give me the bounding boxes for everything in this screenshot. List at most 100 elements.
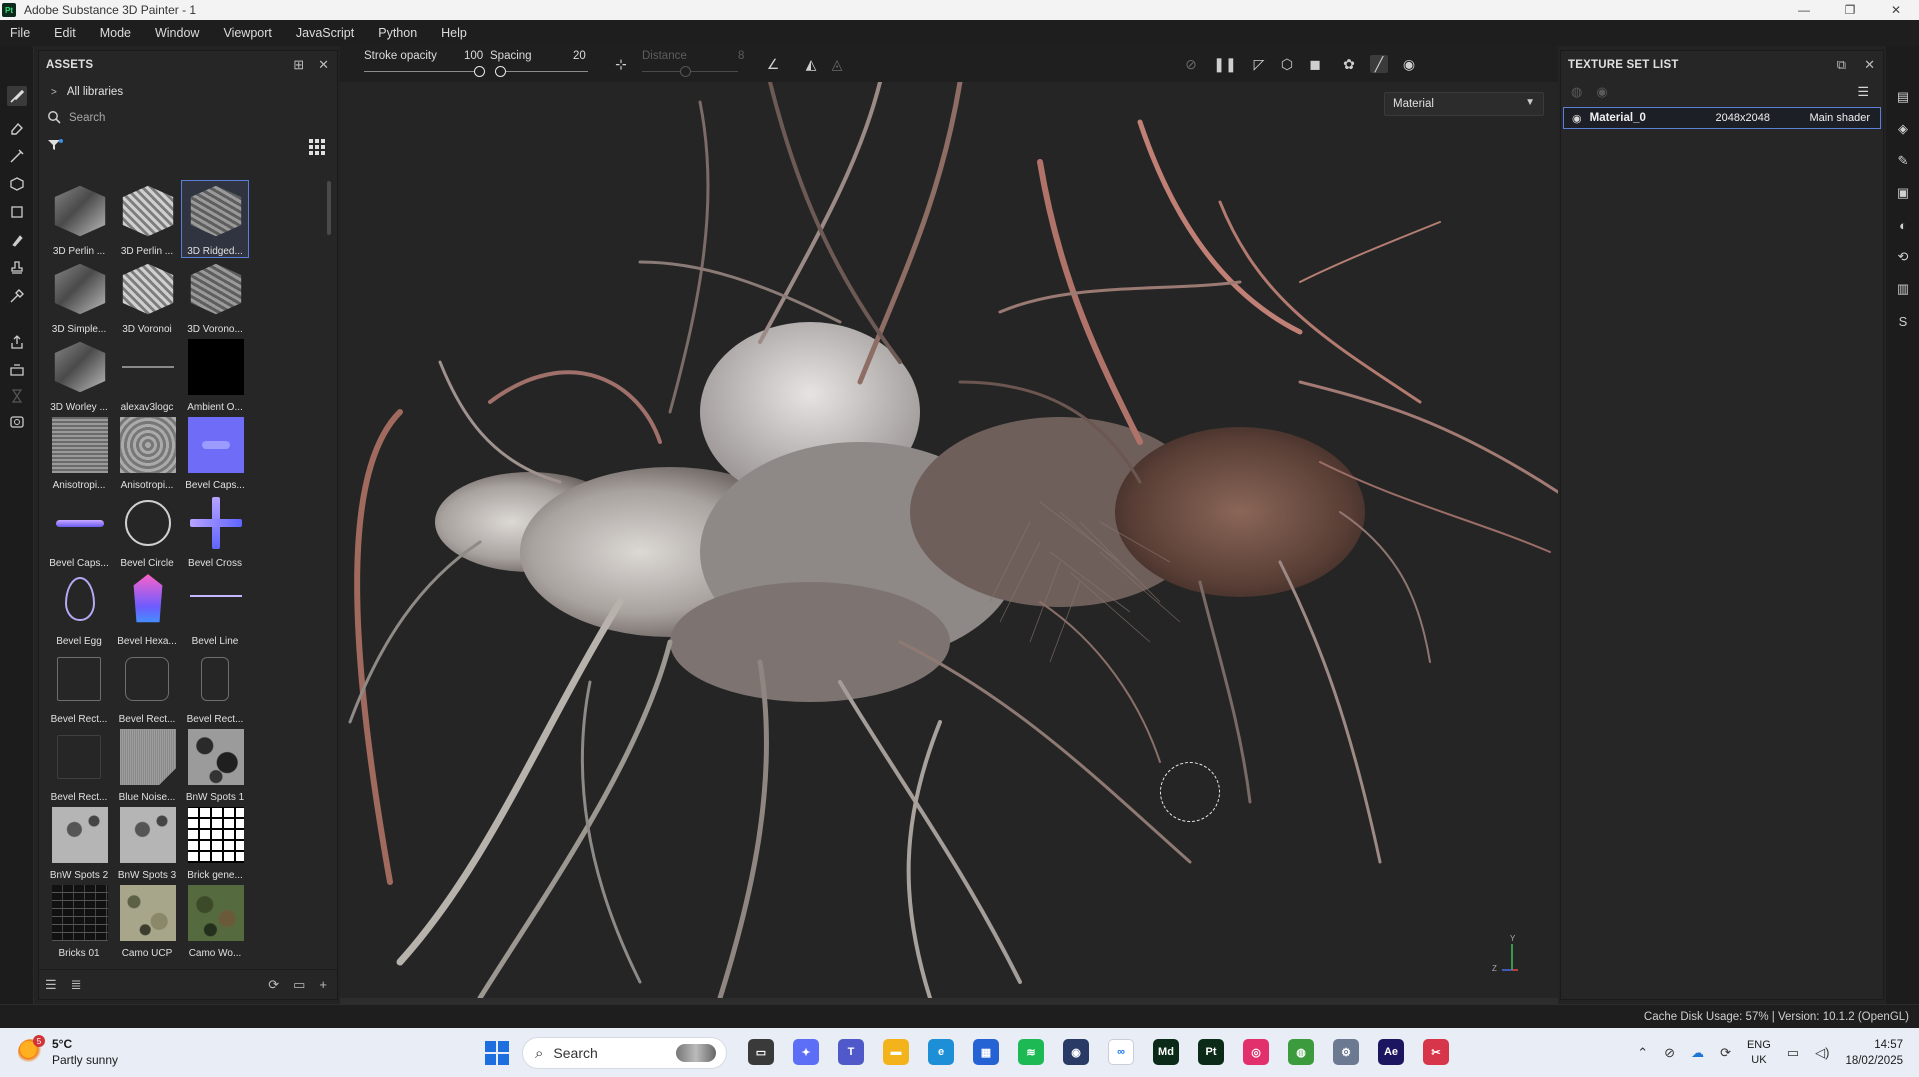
- settings-list-icon[interactable]: ☰: [1857, 84, 1869, 100]
- angle-icon[interactable]: ∠: [764, 55, 782, 73]
- stroke-opacity-knob[interactable]: [474, 66, 485, 77]
- pause-icon[interactable]: ❚❚: [1213, 55, 1236, 73]
- settings-icon[interactable]: ⚙: [1333, 1039, 1359, 1065]
- asset-item[interactable]: BnW Spots 3: [114, 805, 180, 881]
- close-panel-icon[interactable]: ✕: [318, 57, 329, 73]
- clone-stamp-tool-icon[interactable]: [7, 258, 27, 278]
- asset-item[interactable]: Bevel Circle: [114, 493, 180, 569]
- store-icon[interactable]: ▦: [973, 1039, 999, 1065]
- security-icon[interactable]: ⊘: [1664, 1045, 1675, 1061]
- refresh-icon[interactable]: ⟳: [268, 977, 279, 993]
- texture-set-list-icon[interactable]: ▤: [1894, 88, 1912, 106]
- windows-start-icon[interactable]: [485, 1041, 509, 1065]
- meta-icon[interactable]: ∞: [1108, 1039, 1134, 1065]
- texture-set-shader[interactable]: Main shader: [1809, 112, 1870, 124]
- symmetry-icon[interactable]: ◭: [802, 55, 820, 73]
- menu-help[interactable]: Help: [441, 26, 467, 40]
- sync-icon[interactable]: ⟳: [1720, 1045, 1731, 1061]
- assets-search-input[interactable]: [69, 112, 289, 124]
- export-icon[interactable]: [7, 332, 27, 352]
- assets-scrollbar[interactable]: [327, 181, 331, 235]
- asset-item[interactable]: 3D Perlin ...: [46, 181, 112, 257]
- edge-icon[interactable]: e: [928, 1039, 954, 1065]
- log-icon[interactable]: ▥: [1894, 280, 1912, 298]
- asset-item[interactable]: Anisotropi...: [114, 415, 180, 491]
- copilot-icon[interactable]: ✦: [793, 1039, 819, 1065]
- projection-tool-icon[interactable]: [7, 146, 27, 166]
- clock[interactable]: 14:57 18/02/2025: [1845, 1037, 1903, 1069]
- polygon-fill-tool-icon[interactable]: [7, 202, 27, 222]
- asset-item[interactable]: Bevel Caps...: [182, 415, 248, 491]
- stroke-opacity-slider[interactable]: Stroke opacity 100: [364, 46, 485, 82]
- asset-item[interactable]: 3D Voronoi: [114, 259, 180, 335]
- asset-item[interactable]: Bevel Cross: [182, 493, 248, 569]
- chevron-up-icon[interactable]: ⌃: [1637, 1045, 1648, 1061]
- asset-item[interactable]: Bevel Rect...: [46, 727, 112, 803]
- asset-item[interactable]: Anisotropi...: [46, 415, 112, 491]
- display-settings-icon[interactable]: ▣: [1894, 184, 1912, 202]
- close-panel-icon[interactable]: ✕: [1864, 57, 1875, 73]
- paint-brush-tool-icon[interactable]: [7, 86, 27, 106]
- environment-icon[interactable]: ◐: [1894, 216, 1912, 234]
- volume-icon[interactable]: ◁): [1815, 1045, 1829, 1061]
- bake-mesh-icon[interactable]: [7, 360, 27, 380]
- list-view-icon[interactable]: ☰: [45, 977, 57, 993]
- asset-item[interactable]: Bevel Caps...: [46, 493, 112, 569]
- asset-item[interactable]: Bevel Hexa...: [114, 571, 180, 647]
- filter-icon[interactable]: [47, 138, 63, 155]
- blender-like-icon[interactable]: ◉: [1063, 1039, 1089, 1065]
- substance-designer-icon[interactable]: Md: [1153, 1039, 1179, 1065]
- brush-mode-icon[interactable]: ╱: [1370, 55, 1388, 73]
- file-explorer-icon[interactable]: ▬: [883, 1039, 909, 1065]
- after-effects-icon[interactable]: Ae: [1378, 1039, 1404, 1065]
- smudge-tool-icon[interactable]: [7, 230, 27, 250]
- asset-item[interactable]: Bevel Egg: [46, 571, 112, 647]
- instagram-icon[interactable]: ◎: [1243, 1039, 1269, 1065]
- asset-item[interactable]: Blue Noise...: [114, 727, 180, 803]
- teams-icon[interactable]: T: [838, 1039, 864, 1065]
- asset-item[interactable]: 3D Worley ...: [46, 337, 112, 413]
- camera-icon[interactable]: ◼: [1306, 55, 1324, 73]
- asset-item[interactable]: 3D Simple...: [46, 259, 112, 335]
- 3d-viewport[interactable]: Material ▼ Y Z: [340, 82, 1558, 998]
- menu-edit[interactable]: Edit: [54, 26, 76, 40]
- texture-set-resolution[interactable]: 2048x2048: [1716, 112, 1770, 124]
- add-icon[interactable]: +: [319, 977, 327, 993]
- collapse-list-icon[interactable]: ≣: [71, 977, 82, 993]
- language-indicator[interactable]: ENG UK: [1747, 1038, 1771, 1068]
- geometry-fill-tool-icon[interactable]: [7, 174, 27, 194]
- file-explorer-dark-icon[interactable]: ▭: [748, 1039, 774, 1065]
- eraser-tool-icon[interactable]: [7, 118, 27, 138]
- snipping-tool-icon[interactable]: ✂: [1423, 1039, 1449, 1065]
- network-icon[interactable]: ▭: [1787, 1045, 1799, 1061]
- asset-item[interactable]: Brick gene...: [182, 805, 248, 881]
- asset-item[interactable]: Bevel Rect...: [46, 649, 112, 725]
- menu-python[interactable]: Python: [378, 26, 417, 40]
- dock-panel-icon[interactable]: ⊞: [293, 57, 304, 73]
- asset-item[interactable]: alexav3logc: [114, 337, 180, 413]
- color-picker-tool-icon[interactable]: [7, 286, 27, 306]
- asset-item[interactable]: Bevel Rect...: [114, 649, 180, 725]
- maximize-panel-icon[interactable]: ⧉: [1837, 57, 1846, 73]
- viewport-paint-icon[interactable]: ✿: [1340, 55, 1358, 73]
- substance-painter-icon[interactable]: Pt: [1198, 1039, 1224, 1065]
- asset-item[interactable]: Bevel Line: [182, 571, 248, 647]
- menu-mode[interactable]: Mode: [100, 26, 131, 40]
- weather-widget[interactable]: 5 5°C Partly sunny: [18, 1035, 118, 1068]
- 2d-view-icon[interactable]: ◸: [1250, 55, 1268, 73]
- minimize-button[interactable]: —: [1781, 0, 1827, 20]
- spotify-icon[interactable]: ≋: [1018, 1039, 1044, 1065]
- asset-item[interactable]: BnW Spots 2: [46, 805, 112, 881]
- eye-icon[interactable]: ◉: [1572, 112, 1582, 125]
- menu-javascript[interactable]: JavaScript: [296, 26, 354, 40]
- texture-set-row[interactable]: ◉ Material_0 2048x2048 Main shader: [1563, 107, 1881, 129]
- screenshot-camera-icon[interactable]: ◉: [1400, 55, 1418, 73]
- grid-view-icon[interactable]: [309, 139, 325, 155]
- history-icon[interactable]: ⟲: [1894, 248, 1912, 266]
- new-folder-icon[interactable]: ▭: [293, 977, 305, 993]
- menu-window[interactable]: Window: [155, 26, 199, 40]
- layers-icon[interactable]: ◈: [1894, 120, 1912, 138]
- menu-viewport[interactable]: Viewport: [223, 26, 271, 40]
- libraries-selector[interactable]: > All libraries: [39, 79, 337, 105]
- menu-file[interactable]: File: [10, 26, 30, 40]
